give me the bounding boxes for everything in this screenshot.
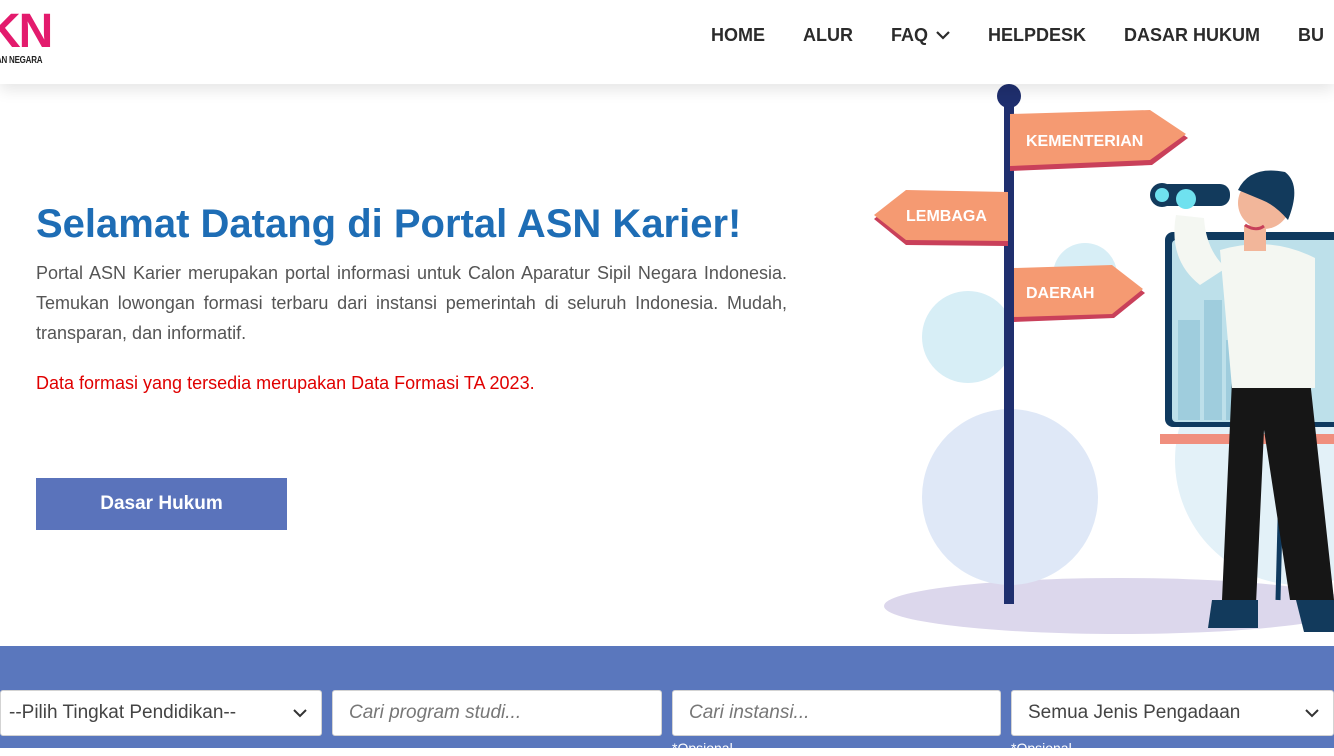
navbar: KN IAN NEGARA HOME ALUR FAQ HELPDESK DAS…: [0, 0, 1334, 84]
chevron-down-icon: [936, 31, 950, 40]
logo-mark: KN: [0, 10, 53, 58]
instansi-input[interactable]: [673, 691, 1000, 735]
sign-lembaga-label: LEMBAGA: [906, 208, 987, 225]
ground-shadow: [884, 578, 1334, 634]
site-logo[interactable]: KN IAN NEGARA: [0, 10, 70, 70]
instansi-field: [672, 690, 1001, 736]
procurement-optional-note: *Opsional: [1011, 740, 1072, 756]
education-level-select[interactable]: --Pilih Tingkat Pendidikan--: [0, 690, 322, 736]
nav-alur-label: ALUR: [803, 25, 853, 45]
signpost-pole: [1004, 100, 1014, 604]
nav-alur[interactable]: ALUR: [803, 22, 853, 48]
nav-home[interactable]: HOME: [711, 22, 765, 48]
hero-illustration: KEMENTERIAN LEMBAGA DAERAH: [874, 84, 1334, 634]
nav-faq-label: FAQ: [891, 25, 929, 45]
instansi-optional-note: *Opsional: [672, 740, 733, 756]
nav-helpdesk[interactable]: HELPDESK: [988, 22, 1086, 48]
chevron-down-icon: [1305, 709, 1319, 718]
procurement-type-value: Semua Jenis Pengadaan: [1028, 702, 1241, 723]
hero-note: Data formasi yang tersedia merupakan Dat…: [36, 373, 535, 393]
signpost-cap: [997, 84, 1021, 108]
nav-helpdesk-label: HELPDESK: [988, 25, 1087, 45]
hero-title: Selamat Datang di Portal ASN Karier!: [36, 202, 742, 246]
sign-kementerian-label: KEMENTERIAN: [1026, 133, 1143, 150]
education-level-value: --Pilih Tingkat Pendidikan--: [9, 702, 237, 723]
dasar-hukum-button[interactable]: Dasar Hukum: [36, 478, 287, 530]
nav-bu[interactable]: BU: [1298, 22, 1324, 48]
nav-dasar-hukum[interactable]: DASAR HUKUM: [1124, 22, 1260, 48]
program-study-input[interactable]: [333, 691, 661, 735]
hero-description: Portal ASN Karier merupakan portal infor…: [36, 263, 787, 343]
nav-faq[interactable]: FAQ: [891, 22, 950, 48]
nav-dasar-hukum-label: DASAR HUKUM: [1124, 25, 1261, 45]
chevron-down-icon: [293, 709, 307, 718]
logo-subtitle: IAN NEGARA: [0, 55, 43, 66]
procurement-type-select[interactable]: Semua Jenis Pengadaan: [1011, 690, 1334, 736]
nav-home-label: HOME: [711, 25, 765, 45]
program-study-field: [332, 690, 662, 736]
nav-bu-label: BU: [1298, 25, 1325, 45]
main-nav: HOME ALUR FAQ HELPDESK DASAR HUKUM BU: [711, 22, 1334, 48]
sign-daerah-label: DAERAH: [1026, 285, 1094, 302]
bg-circle-small: [922, 291, 1014, 383]
